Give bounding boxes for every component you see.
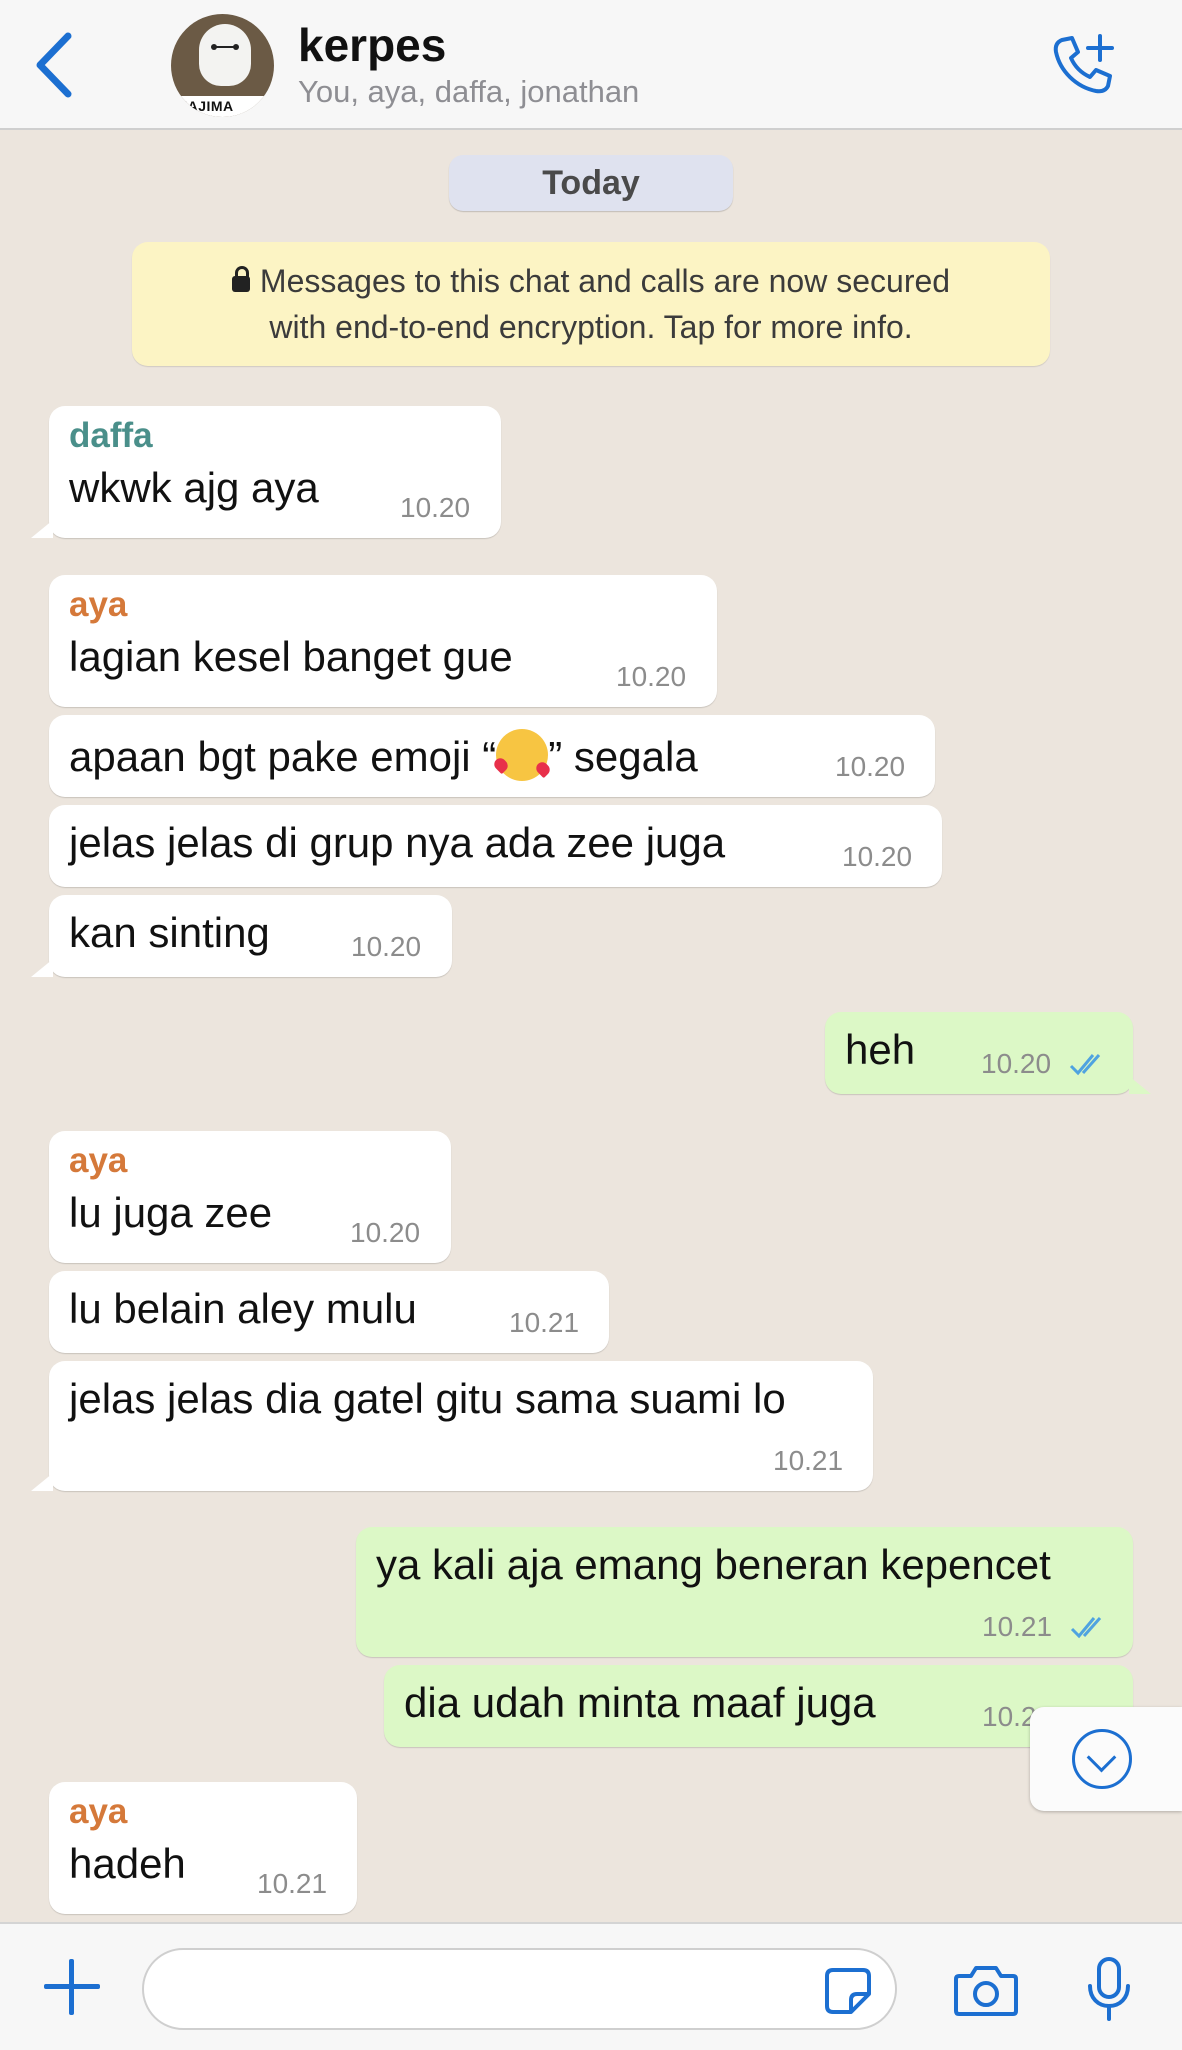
read-ticks-icon <box>1070 1617 1102 1639</box>
message-text-part: ” segala <box>548 733 698 780</box>
message-input[interactable] <box>142 1948 897 2030</box>
message-bubble[interactable]: ya kali aja emang beneran kepencet 10.21 <box>356 1527 1133 1657</box>
message-text: lu juga zee <box>69 1189 273 1236</box>
message-text: jelas jelas di grup nya ada zee juga <box>69 819 726 866</box>
message-time: 10.20 <box>400 492 471 523</box>
chat-participants[interactable]: You, aya, daffa, jonathan <box>298 74 639 110</box>
plus-icon[interactable] <box>42 1957 102 2017</box>
message-bubble[interactable]: daffa wkwk ajg aya 10.20 <box>31 406 501 538</box>
message-time: 10.21 <box>773 1445 844 1476</box>
day-separator: Today <box>449 155 733 211</box>
sender-name: daffa <box>69 416 153 455</box>
message-time: 10.20 <box>616 661 687 692</box>
message-bubble[interactable]: kan sinting 10.20 <box>31 895 452 977</box>
encryption-notice-line1: Messages to this chat and calls are now … <box>259 263 951 299</box>
camera-icon[interactable] <box>953 1962 1019 2018</box>
message-time: 10.21 <box>257 1868 328 1899</box>
message-text: apaan bgt pake emoji “ ” segala <box>69 729 698 781</box>
encryption-notice-line2: with end-to-end encryption. Tap for more… <box>269 309 913 345</box>
lock-icon <box>231 266 250 292</box>
sender-name: aya <box>69 1792 128 1831</box>
message-text: dia udah minta maaf juga <box>404 1679 876 1726</box>
avatar-text: HAJIMA <box>177 98 234 114</box>
chat-title[interactable]: kerpes <box>298 18 446 72</box>
microphone-icon[interactable] <box>1084 1956 1134 2022</box>
message-bubble[interactable]: jelas jelas dia gatel gitu sama suami lo… <box>31 1361 873 1491</box>
group-avatar[interactable]: HAJIMA <box>171 14 274 117</box>
message-bubble[interactable]: aya lu juga zee 10.20 <box>49 1131 451 1263</box>
read-ticks-icon <box>1069 1054 1101 1076</box>
message-bubble[interactable]: apaan bgt pake emoji “ ” segala 10.20 <box>49 715 935 797</box>
chat-header: HAJIMA kerpes You, aya, daffa, jonathan <box>0 0 1182 130</box>
message-time: 10.2 <box>982 1701 1037 1732</box>
sender-name: aya <box>69 585 128 624</box>
sticker-icon[interactable] <box>823 1966 873 2016</box>
message-bubble[interactable]: lu belain aley mulu 10.21 <box>49 1271 609 1353</box>
message-text: wkwk ajg aya <box>69 464 319 511</box>
message-text: heh <box>845 1026 916 1073</box>
add-call-icon[interactable] <box>1048 32 1118 98</box>
message-time: 10.20 <box>981 1048 1052 1079</box>
message-bubble[interactable]: jelas jelas di grup nya ada zee juga 10.… <box>49 805 942 887</box>
message-time: 10.20 <box>351 931 422 962</box>
back-chevron-icon[interactable] <box>30 30 80 100</box>
encryption-notice[interactable]: Messages to this chat and calls are now … <box>132 242 1050 366</box>
message-time: 10.20 <box>835 751 906 782</box>
message-bubble[interactable]: dia udah minta maaf juga 10.2 <box>384 1665 1151 1747</box>
message-text: lagian kesel banget gue <box>69 633 513 680</box>
message-list[interactable]: Today Messages to this chat and calls ar… <box>0 130 1182 1922</box>
smiling-face-with-hearts-icon <box>496 729 549 781</box>
message-text: hadeh <box>69 1840 186 1887</box>
message-bubble[interactable]: aya hadeh 10.21 <box>49 1782 357 1914</box>
message-time: 10.21 <box>982 1611 1053 1642</box>
sender-name: aya <box>69 1141 128 1180</box>
message-time: 10.20 <box>350 1217 421 1248</box>
message-text: kan sinting <box>69 909 270 956</box>
message-text: lu belain aley mulu <box>69 1285 417 1332</box>
message-bubble[interactable]: heh 10.20 <box>825 1012 1151 1094</box>
composer-bar <box>0 1922 1182 2050</box>
scroll-to-bottom-button[interactable] <box>1030 1707 1182 1811</box>
message-text: ya kali aja emang beneran kepencet <box>376 1541 1051 1588</box>
message-bubble[interactable]: aya lagian kesel banget gue 10.20 <box>49 575 717 707</box>
message-time: 10.20 <box>842 841 913 872</box>
message-text-part: apaan bgt pake emoji “ <box>69 733 497 780</box>
message-text: jelas jelas dia gatel gitu sama suami lo <box>69 1375 786 1422</box>
message-time: 10.21 <box>509 1307 580 1338</box>
